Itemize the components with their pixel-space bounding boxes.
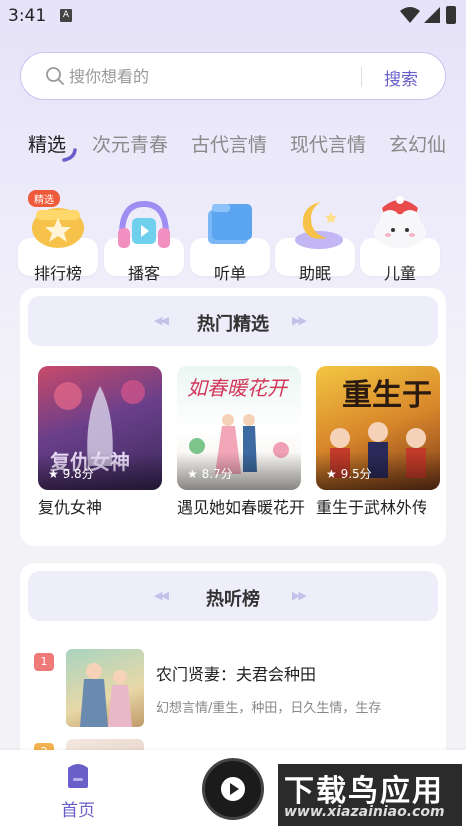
book-score: ★ 8.7分 xyxy=(187,467,233,481)
cloud-icon xyxy=(374,196,426,248)
watermark-sub: www.xiazainiao.com xyxy=(284,804,445,820)
status-time: 3:41 xyxy=(8,6,47,26)
category-playlist[interactable]: 听单 xyxy=(190,188,270,286)
book-title: 复仇女神 xyxy=(38,498,103,517)
section-header: ◀◀ 热门精选 ▶▶ xyxy=(28,296,438,346)
book-cover[interactable]: 重生于 ★ 9.5分 xyxy=(316,366,440,490)
right-arrows-icon: ▶▶ xyxy=(292,314,307,327)
signal-icon xyxy=(424,7,440,23)
search-button[interactable]: 搜索 xyxy=(384,65,418,90)
book-score: ★ 9.8分 xyxy=(48,467,94,481)
category-label: 儿童 xyxy=(383,264,416,283)
rank-cover[interactable] xyxy=(66,649,144,727)
rank-number: 1 xyxy=(34,653,54,671)
hot-picks-section: ◀◀ 热门精选 ▶▶ 复仇女神 ★ 9.8分 复仇女神 如春暖花开 xyxy=(20,288,446,546)
tab-youth[interactable]: 次元青春 xyxy=(92,130,168,157)
rank-tags: 幻想言情/重生，种田，日久生情，生存 xyxy=(156,701,382,716)
book-title: 重生于武林外传 xyxy=(316,498,426,517)
bottom-nav: 首页 下载鸟应用 www.xiazainiao.com xyxy=(0,750,466,830)
category-label: 助眠 xyxy=(298,264,331,283)
rank-title: 农门贤妻：夫君会种田 xyxy=(156,665,317,684)
book-cover[interactable]: 复仇女神 ★ 9.8分 xyxy=(38,366,162,490)
play-icon xyxy=(221,777,245,801)
section-header: ◀◀ 热听榜 ▶▶ xyxy=(28,571,438,621)
tab-featured[interactable]: 精选 xyxy=(28,130,66,157)
category-label: 播客 xyxy=(127,264,160,283)
category-label: 排行榜 xyxy=(33,264,82,283)
search-bar[interactable]: 搜索 xyxy=(20,52,446,100)
featured-badge: 精选 xyxy=(28,190,60,207)
book-title: 遇见她如春暖花开 xyxy=(177,498,306,517)
sim-icon: A xyxy=(60,9,72,22)
tab-fantasy[interactable]: 玄幻仙 xyxy=(389,130,446,157)
category-sleep[interactable]: 助眠 xyxy=(275,188,355,286)
wifi-icon xyxy=(400,7,420,23)
right-arrows-icon: ▶▶ xyxy=(292,589,307,602)
cover-art-icon xyxy=(80,663,132,727)
category-kids[interactable]: 儿童 xyxy=(360,188,440,286)
book-score: ★ 9.5分 xyxy=(326,467,372,481)
hot-listen-section: ◀◀ 热听榜 ▶▶ 1 农门贤妻：夫君会种田 幻想言情/重生，种田，日久生情，生… xyxy=(20,563,446,817)
folder-icon xyxy=(208,204,252,244)
section-title: 热听榜 xyxy=(206,589,260,610)
rank-list-item[interactable]: 1 农门贤妻：夫君会种田 幻想言情/重生，种田，日久生情，生存 xyxy=(34,649,434,731)
category-podcast[interactable]: 播客 xyxy=(104,188,184,286)
category-shortcuts: 排行榜 播客 听单 助眠 儿童 xyxy=(0,188,466,288)
book-cover[interactable]: 如春暖花开 ★ 8.7分 xyxy=(177,366,301,490)
mini-player-button[interactable] xyxy=(202,758,264,820)
tab-ancient-romance[interactable]: 古代言情 xyxy=(191,130,267,157)
search-divider xyxy=(361,67,362,87)
battery-icon xyxy=(446,6,456,24)
watermark-logo: 下载鸟应用 www.xiazainiao.com xyxy=(278,764,462,826)
book-score-value: 8.7分 xyxy=(201,467,233,481)
tab-modern-romance[interactable]: 现代言情 xyxy=(290,130,366,157)
tab-active-indicator xyxy=(62,148,77,162)
headphones-icon xyxy=(118,200,170,248)
status-bar: 3:41 A xyxy=(0,0,466,32)
nav-home-label: 首页 xyxy=(61,801,95,821)
book-score-value: 9.5分 xyxy=(340,467,372,481)
nav-home[interactable]: 首页 xyxy=(52,762,104,822)
search-input[interactable] xyxy=(69,63,369,89)
home-icon xyxy=(68,764,88,788)
category-label: 听单 xyxy=(213,264,246,283)
section-title: 热门精选 xyxy=(197,314,269,335)
moon-icon xyxy=(295,202,343,249)
search-icon xyxy=(46,67,64,85)
book-score-value: 9.8分 xyxy=(62,467,94,481)
